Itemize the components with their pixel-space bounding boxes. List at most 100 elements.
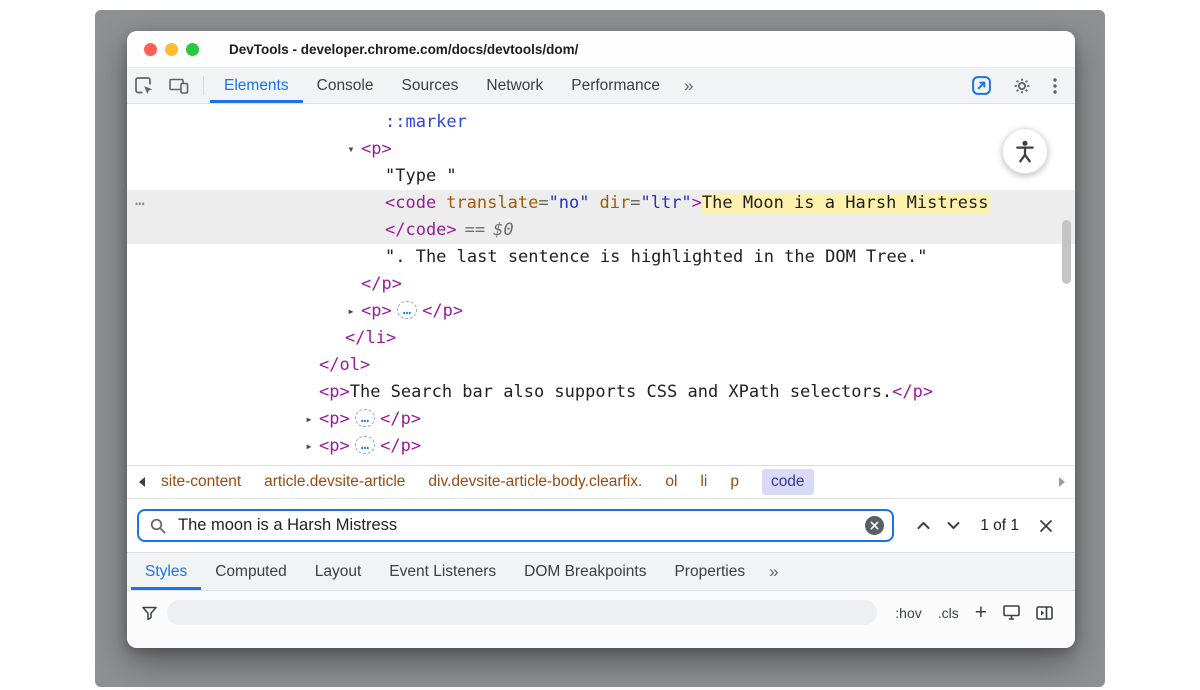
collapsed-content-ellipsis[interactable]: … (397, 301, 417, 319)
breadcrumb-item[interactable]: p (730, 473, 739, 491)
breadcrumb-item[interactable]: site-content (161, 473, 241, 491)
text-node: ". The last sentence is highlighted in t… (385, 247, 927, 267)
device-toolbar-icon (168, 76, 190, 96)
breadcrumb-item[interactable]: article.devsite-article (264, 473, 405, 491)
tag-token: </p> (380, 436, 421, 456)
tab-styles[interactable]: Styles (131, 553, 201, 590)
tag-token: <p> (361, 139, 392, 159)
accessibility-button[interactable] (1002, 128, 1048, 174)
dom-tree-line-selected[interactable]: </code> == $0 (127, 217, 1075, 244)
tab-sources[interactable]: Sources (388, 68, 473, 103)
breadcrumb-scroll-right-button[interactable] (1054, 466, 1071, 498)
attribute-name: dir (600, 193, 631, 213)
collapsed-content-ellipsis[interactable]: … (355, 409, 375, 427)
dom-tree-line[interactable]: "Type " (127, 163, 1075, 190)
dom-tree-line[interactable]: ▸<p>…</p> (127, 298, 1075, 325)
filter-funnel-icon[interactable] (141, 605, 158, 621)
scrollbar-thumb[interactable] (1062, 220, 1071, 284)
inspect-element-button[interactable] (127, 68, 161, 103)
collapse-arrow-icon[interactable]: ▾ (344, 136, 358, 163)
find-next-button[interactable] (938, 511, 968, 541)
toggle-pseudo-state-button[interactable]: :hov (887, 605, 929, 621)
breadcrumb-item[interactable]: ol (665, 473, 677, 491)
window-title: DevTools - developer.chrome.com/docs/dev… (229, 42, 578, 57)
tab-layout[interactable]: Layout (301, 553, 376, 590)
text-node: The Search bar also supports CSS and XPa… (350, 382, 892, 402)
dom-tree-panel: ::marker ▾<p> "Type " ⋯<codetranslate="n… (127, 104, 1075, 465)
toolbar-right-cluster (964, 68, 1075, 103)
tab-dom-breakpoints[interactable]: DOM Breakpoints (510, 553, 660, 590)
tag-token: </p> (380, 409, 421, 429)
attribute-value: "ltr" (640, 193, 691, 213)
dom-tree-line[interactable]: <p>The Search bar also supports CSS and … (127, 379, 1075, 406)
search-highlighted-text: The Moon is a Harsh Mistress (702, 193, 989, 213)
search-close-button[interactable] (1031, 511, 1061, 541)
dom-tree-line[interactable]: </p> (127, 271, 1075, 298)
zoom-window-button[interactable] (186, 43, 199, 56)
console-reference: $0 (493, 220, 513, 240)
tab-properties[interactable]: Properties (660, 553, 759, 590)
tag-token: <p> (319, 436, 350, 456)
dom-tree-line[interactable]: ▸<p> … </p> (127, 406, 1075, 433)
sidebar-toggle-icon (1035, 605, 1054, 621)
expand-arrow-icon[interactable]: ▸ (302, 433, 316, 460)
close-window-button[interactable] (144, 43, 157, 56)
breadcrumb-item[interactable]: li (700, 473, 707, 491)
search-icon (149, 517, 167, 535)
tag-token: <p> (319, 409, 350, 429)
breadcrumb: site-content article.devsite-article div… (127, 465, 1075, 498)
sidebar-tabs: Styles Computed Layout Event Listeners D… (127, 552, 1075, 590)
more-options-button[interactable] (1045, 76, 1065, 96)
equals-token: = (538, 193, 548, 213)
search-clear-button[interactable] (865, 516, 884, 535)
settings-button[interactable] (1005, 76, 1039, 96)
display-icon (1002, 604, 1021, 621)
expand-arrow-icon[interactable]: ▸ (302, 406, 316, 433)
find-previous-button[interactable] (908, 511, 938, 541)
accessibility-person-icon (1013, 139, 1037, 163)
device-toolbar-button[interactable] (161, 68, 197, 103)
devtools-window: DevTools - developer.chrome.com/docs/dev… (127, 31, 1075, 648)
tab-event-listeners[interactable]: Event Listeners (375, 553, 510, 590)
overflow-dots-icon[interactable]: ⋯ (135, 190, 146, 217)
more-tabs-chevron-icon[interactable]: » (759, 553, 788, 590)
expand-arrow-icon[interactable]: ▸ (344, 298, 358, 325)
collapsed-content-ellipsis[interactable]: … (355, 436, 375, 454)
more-panels-chevron-icon[interactable]: » (674, 68, 703, 103)
breadcrumb-item[interactable]: div.devsite-article-body.clearfix. (428, 473, 642, 491)
breadcrumb-scroll-left-button[interactable] (133, 466, 150, 498)
equals-hint: == (465, 220, 485, 240)
titlebar: DevTools - developer.chrome.com/docs/dev… (127, 31, 1075, 68)
tag-token: </p> (892, 382, 933, 402)
tag-token: </code> (385, 220, 457, 240)
dom-tree-line-selected[interactable]: ⋯<codetranslate="no"dir="ltr">The Moon i… (127, 190, 1075, 217)
tab-computed[interactable]: Computed (201, 553, 301, 590)
dom-tree-line[interactable]: </li> (127, 325, 1075, 352)
dom-tree-line[interactable]: ▾<p> (127, 136, 1075, 163)
dom-tree-line[interactable]: </ol> (127, 352, 1075, 379)
dom-tree-line[interactable]: ::marker (127, 109, 1075, 136)
chevron-right-icon (1058, 476, 1067, 488)
dom-tree-line[interactable]: ". The last sentence is highlighted in t… (127, 244, 1075, 271)
toggle-sidebar-button[interactable] (1028, 605, 1061, 621)
chevron-up-icon (916, 521, 931, 530)
dom-tree-line[interactable]: ▸<p> … </p> (127, 433, 1075, 460)
rendering-emulation-button[interactable] (995, 604, 1028, 621)
tab-elements[interactable]: Elements (210, 68, 303, 103)
styles-filter-bar: :hov .cls + (127, 590, 1075, 648)
tab-console[interactable]: Console (303, 68, 388, 103)
tab-performance[interactable]: Performance (557, 68, 674, 103)
tag-token: <p> (361, 301, 392, 321)
search-input[interactable] (176, 515, 856, 536)
search-input-container[interactable] (137, 509, 894, 542)
clear-x-icon (870, 521, 879, 530)
status-button[interactable] (964, 75, 999, 96)
tab-network[interactable]: Network (472, 68, 557, 103)
text-node: "Type " (385, 166, 457, 186)
attribute-value: "no" (549, 193, 590, 213)
minimize-window-button[interactable] (165, 43, 178, 56)
breadcrumb-item-code[interactable]: code (762, 469, 814, 495)
styles-filter-input[interactable] (167, 600, 877, 625)
element-classes-button[interactable]: .cls (930, 605, 967, 621)
new-style-rule-button[interactable]: + (967, 603, 995, 623)
